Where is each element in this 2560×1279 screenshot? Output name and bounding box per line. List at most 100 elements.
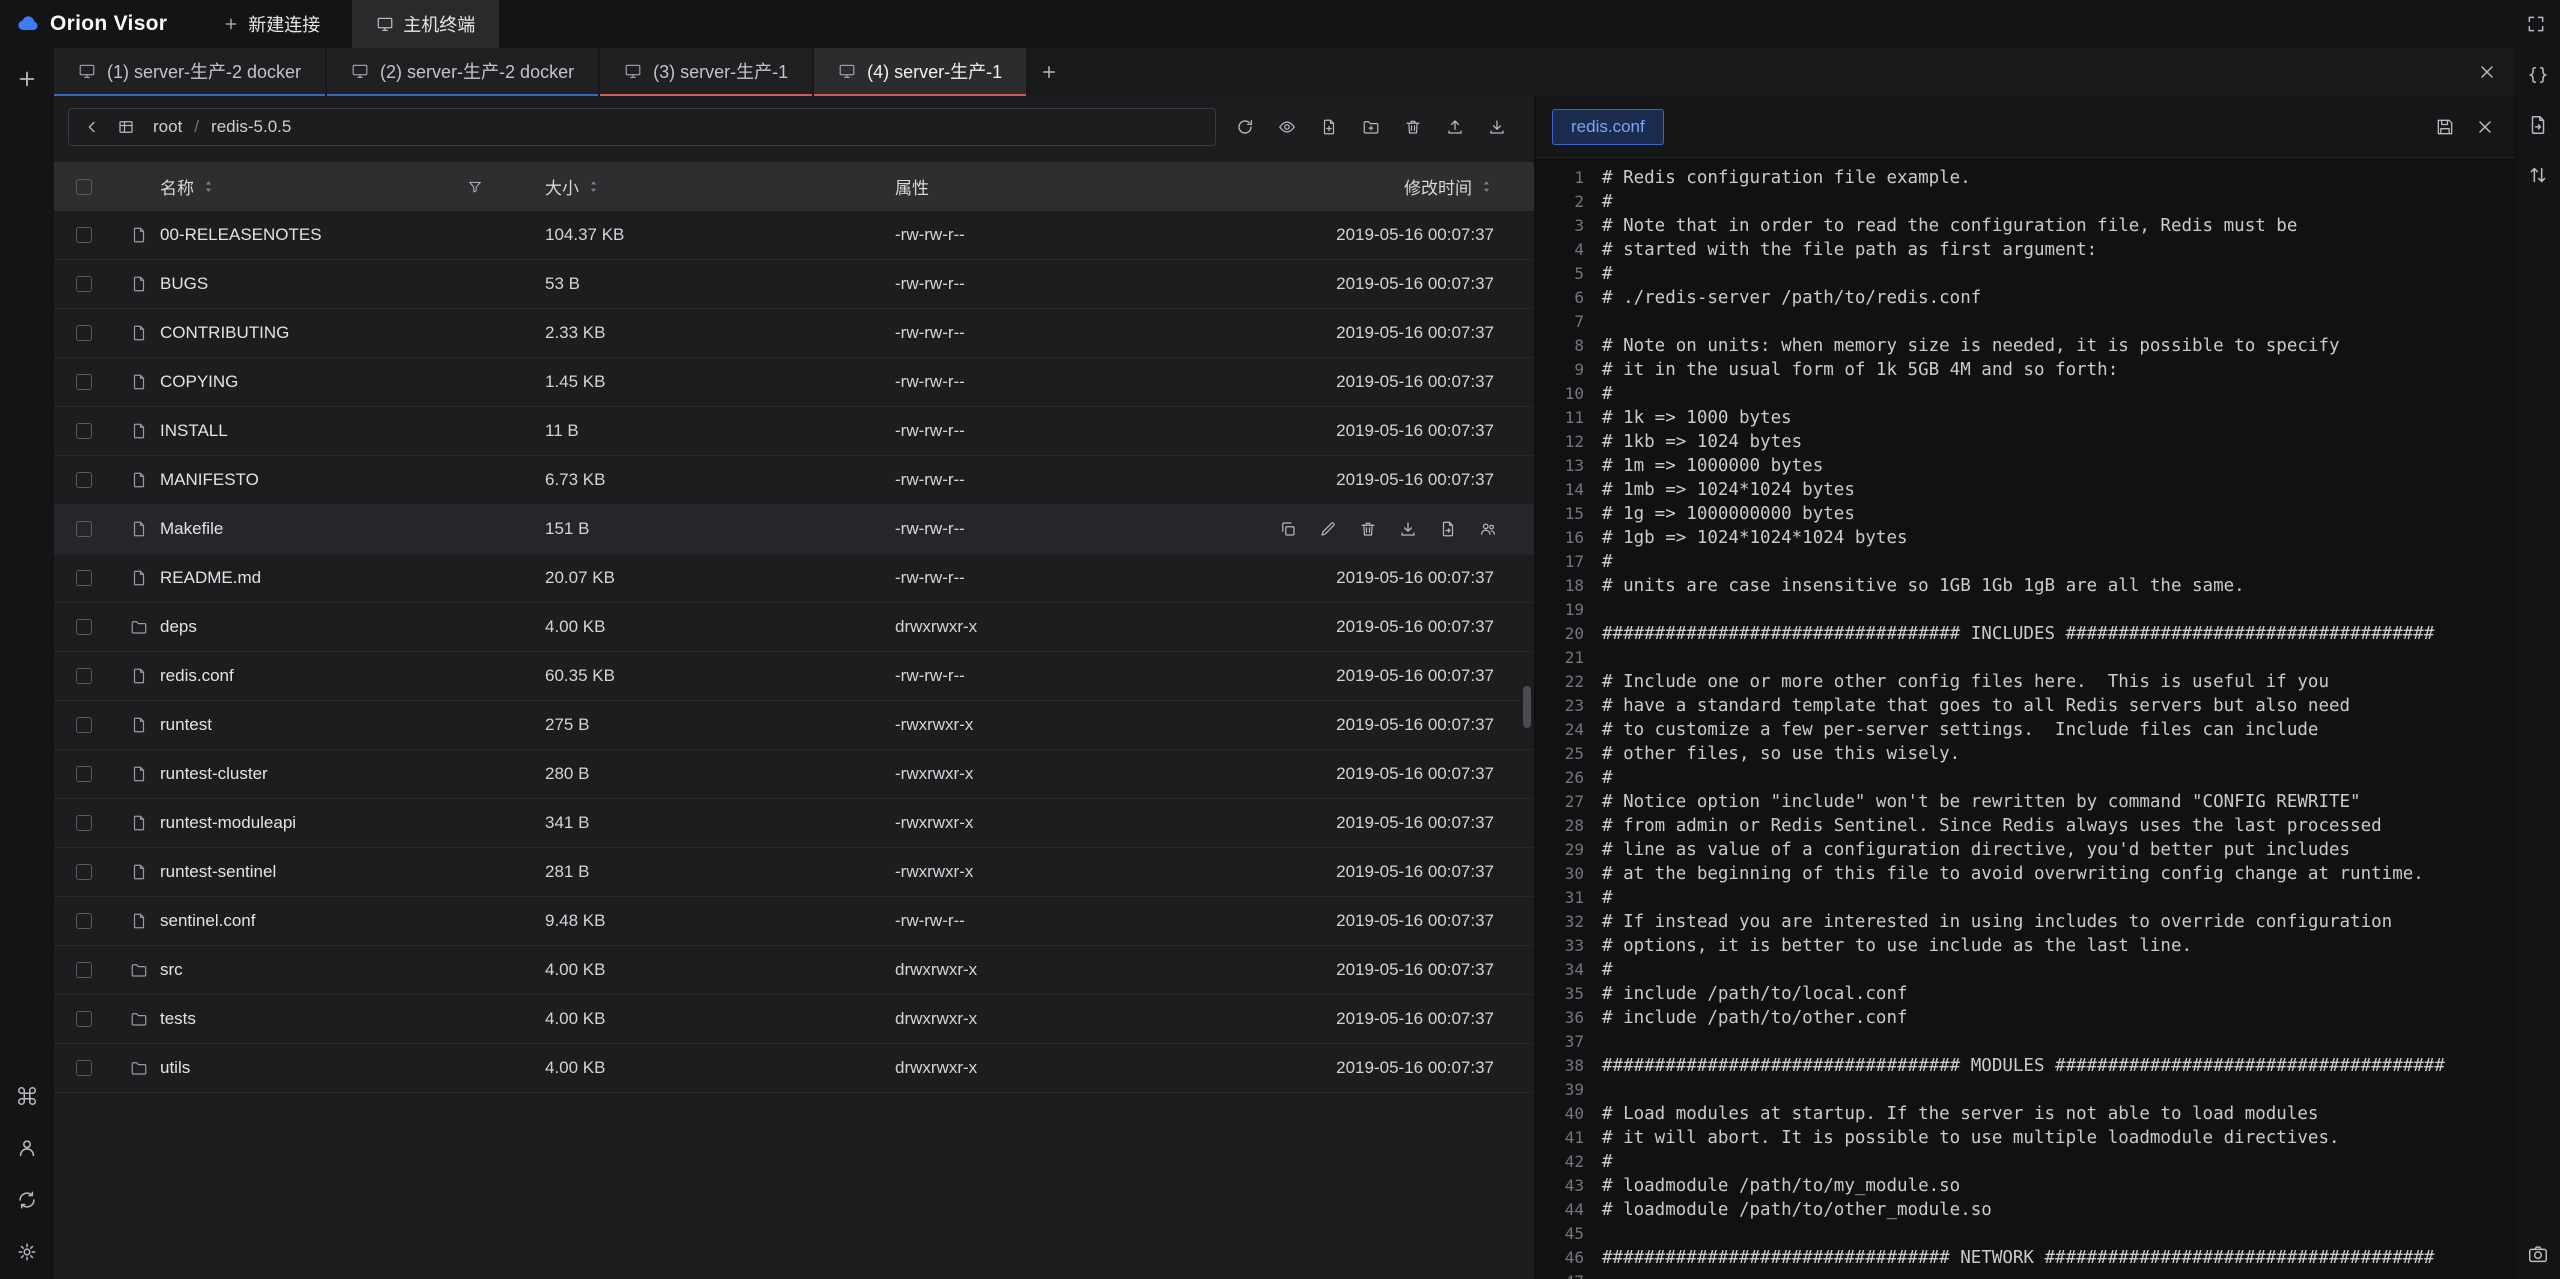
row-checkbox[interactable] <box>76 864 92 880</box>
row-checkbox[interactable] <box>76 325 92 341</box>
refresh-button[interactable] <box>1228 111 1262 143</box>
file-name-cell[interactable]: CONTRIBUTING <box>114 323 509 343</box>
scrollbar-thumb[interactable] <box>1523 686 1531 728</box>
file-name-cell[interactable]: src <box>114 960 509 980</box>
sort-size-icon[interactable] <box>586 179 601 194</box>
row-checkbox[interactable] <box>76 815 92 831</box>
file-row[interactable]: sentinel.conf 9.48 KB -rw-rw-r-- 2019-05… <box>54 897 1534 946</box>
terminal-tab[interactable]: (1) server-生产-2 docker <box>54 48 325 96</box>
edit-icon[interactable] <box>1319 520 1337 538</box>
file-row[interactable]: MANIFESTO 6.73 KB -rw-rw-r-- 2019-05-16 … <box>54 456 1534 505</box>
file-row[interactable]: README.md 20.07 KB -rw-rw-r-- 2019-05-16… <box>54 554 1534 603</box>
row-checkbox[interactable] <box>76 668 92 684</box>
fullscreen-button[interactable] <box>2526 14 2546 34</box>
file-row[interactable]: INSTALL 11 B -rw-rw-r-- 2019-05-16 00:07… <box>54 407 1534 456</box>
delete-button[interactable] <box>1396 111 1430 143</box>
host-terminal-nav[interactable]: 主机终端 <box>352 0 499 48</box>
new-terminal-tab-button[interactable] <box>1026 48 1072 96</box>
file-row[interactable]: BUGS 53 B -rw-rw-r-- 2019-05-16 00:07:37 <box>54 260 1534 309</box>
file-name-cell[interactable]: sentinel.conf <box>114 911 509 931</box>
sftp-files-button[interactable] <box>2527 114 2549 136</box>
row-checkbox[interactable] <box>76 423 92 439</box>
code-editor[interactable]: 1# Redis configuration file example.2#3#… <box>1536 158 2515 1279</box>
file-name-cell[interactable]: runtest-cluster <box>114 764 509 784</box>
file-row[interactable]: runtest-cluster 280 B -rwxrwxr-x 2019-05… <box>54 750 1534 799</box>
path-bar[interactable]: root / redis-5.0.5 <box>68 108 1216 146</box>
row-checkbox[interactable] <box>76 472 92 488</box>
close-editor-button[interactable] <box>2475 117 2495 137</box>
select-all-checkbox[interactable] <box>76 179 92 195</box>
copy-path-icon[interactable] <box>1279 520 1297 538</box>
delete-icon[interactable] <box>1359 520 1377 538</box>
breadcrumb-root[interactable]: root <box>153 117 182 137</box>
row-checkbox[interactable] <box>76 276 92 292</box>
file-name-cell[interactable]: runtest <box>114 715 509 735</box>
row-checkbox[interactable] <box>76 962 92 978</box>
download-button[interactable] <box>1480 111 1514 143</box>
row-checkbox[interactable] <box>76 227 92 243</box>
file-row[interactable]: CONTRIBUTING 2.33 KB -rw-rw-r-- 2019-05-… <box>54 309 1534 358</box>
terminal-tab[interactable]: (2) server-生产-2 docker <box>327 48 598 96</box>
save-file-button[interactable] <box>2435 117 2455 137</box>
user-button[interactable] <box>16 1137 38 1159</box>
breadcrumb-current[interactable]: redis-5.0.5 <box>211 117 291 137</box>
app-logo[interactable]: Orion Visor <box>0 0 185 48</box>
editor-file-tab[interactable]: redis.conf <box>1552 109 1664 145</box>
row-checkbox[interactable] <box>76 570 92 586</box>
command-snippets-button[interactable] <box>16 1085 38 1107</box>
file-name-cell[interactable]: deps <box>114 617 509 637</box>
snippets-button[interactable] <box>2527 64 2549 86</box>
row-checkbox[interactable] <box>76 913 92 929</box>
file-name-cell[interactable]: redis.conf <box>114 666 509 686</box>
row-checkbox[interactable] <box>76 1011 92 1027</box>
file-row[interactable]: utils 4.00 KB drwxrwxr-x 2019-05-16 00:0… <box>54 1044 1534 1093</box>
terminal-tab[interactable]: (4) server-生产-1 <box>814 48 1026 96</box>
row-checkbox[interactable] <box>76 766 92 782</box>
file-name-cell[interactable]: tests <box>114 1009 509 1029</box>
file-row[interactable]: src 4.00 KB drwxrwxr-x 2019-05-16 00:07:… <box>54 946 1534 995</box>
file-name-cell[interactable]: utils <box>114 1058 509 1078</box>
file-name-cell[interactable]: 00-RELEASENOTES <box>114 225 509 245</box>
file-row[interactable]: deps 4.00 KB drwxrwxr-x 2019-05-16 00:07… <box>54 603 1534 652</box>
filter-icon[interactable] <box>467 179 483 195</box>
file-row[interactable]: COPYING 1.45 KB -rw-rw-r-- 2019-05-16 00… <box>54 358 1534 407</box>
new-file-button[interactable] <box>1312 111 1346 143</box>
row-checkbox[interactable] <box>76 717 92 733</box>
sort-name-icon[interactable] <box>201 179 216 194</box>
new-folder-button[interactable] <box>1354 111 1388 143</box>
file-name-cell[interactable]: COPYING <box>114 372 509 392</box>
screenshot-button[interactable] <box>2527 1243 2549 1265</box>
file-row[interactable]: 00-RELEASENOTES 104.37 KB -rw-rw-r-- 201… <box>54 211 1534 260</box>
file-row[interactable]: Makefile 151 B -rw-rw-r-- <box>54 505 1534 554</box>
file-name-cell[interactable]: BUGS <box>114 274 509 294</box>
file-name-cell[interactable]: README.md <box>114 568 509 588</box>
upload-button[interactable] <box>1438 111 1472 143</box>
row-checkbox[interactable] <box>76 374 92 390</box>
view-list-button[interactable] <box>111 113 141 141</box>
file-name-cell[interactable]: INSTALL <box>114 421 509 441</box>
download-icon[interactable] <box>1399 520 1417 538</box>
file-row[interactable]: runtest-moduleapi 341 B -rwxrwxr-x 2019-… <box>54 799 1534 848</box>
file-name-cell[interactable]: runtest-sentinel <box>114 862 509 882</box>
file-row[interactable]: runtest 275 B -rwxrwxr-x 2019-05-16 00:0… <box>54 701 1534 750</box>
move-icon[interactable] <box>1439 520 1457 538</box>
transfer-list-button[interactable] <box>2527 164 2549 186</box>
file-name-cell[interactable]: Makefile <box>114 519 509 539</box>
sidebar-new-tab-button[interactable] <box>16 68 38 90</box>
new-connection-button[interactable]: 新建连接 <box>199 0 344 48</box>
row-checkbox[interactable] <box>76 1060 92 1076</box>
close-panel-button[interactable] <box>2477 62 2497 82</box>
row-checkbox[interactable] <box>76 521 92 537</box>
terminal-tab[interactable]: (3) server-生产-1 <box>600 48 812 96</box>
sync-button[interactable] <box>16 1189 38 1211</box>
preview-hidden-button[interactable] <box>1270 111 1304 143</box>
permission-icon[interactable] <box>1479 520 1497 538</box>
file-row[interactable]: redis.conf 60.35 KB -rw-rw-r-- 2019-05-1… <box>54 652 1534 701</box>
sort-mtime-icon[interactable] <box>1479 179 1494 194</box>
row-checkbox[interactable] <box>76 619 92 635</box>
back-button[interactable] <box>77 113 107 141</box>
file-row[interactable]: runtest-sentinel 281 B -rwxrwxr-x 2019-0… <box>54 848 1534 897</box>
file-name-cell[interactable]: MANIFESTO <box>114 470 509 490</box>
settings-button[interactable] <box>16 1241 38 1263</box>
file-row[interactable]: tests 4.00 KB drwxrwxr-x 2019-05-16 00:0… <box>54 995 1534 1044</box>
